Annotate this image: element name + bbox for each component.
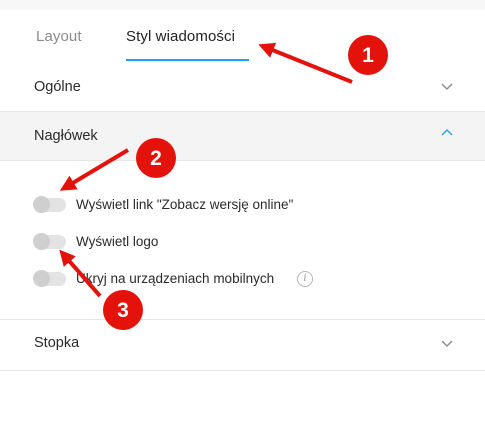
section-general[interactable]: Ogólne xyxy=(0,62,485,112)
section-footer-title: Stopka xyxy=(34,335,80,351)
chevron-up-icon[interactable] xyxy=(440,126,454,140)
chevron-down-icon[interactable] xyxy=(440,80,454,94)
section-footer[interactable]: Stopka xyxy=(0,319,485,371)
section-general-title: Ogólne xyxy=(34,79,81,95)
toggle-show-online-link[interactable] xyxy=(33,196,66,213)
option-label: Wyświetl logo xyxy=(76,234,159,249)
toggle-show-logo[interactable] xyxy=(33,233,66,250)
header-options-panel xyxy=(0,161,485,319)
chevron-down-icon[interactable] xyxy=(440,337,454,351)
option-label: Wyświetl link "Zobacz wersję online" xyxy=(76,197,294,212)
tab-layout[interactable]: Layout xyxy=(36,28,82,45)
toggle-hide-on-mobile[interactable] xyxy=(33,270,66,287)
option-label: Ukryj na urządzeniach mobilnych xyxy=(76,271,275,286)
section-header-title: Nagłówek xyxy=(34,128,98,144)
top-strip xyxy=(0,0,485,10)
info-icon[interactable]: i xyxy=(297,271,313,287)
section-header[interactable]: Nagłówek xyxy=(0,112,485,161)
tab-message-style[interactable]: Styl wiadomości xyxy=(126,28,235,45)
tab-bar: Layout Styl wiadomości xyxy=(0,10,485,63)
active-tab-indicator xyxy=(126,59,249,61)
